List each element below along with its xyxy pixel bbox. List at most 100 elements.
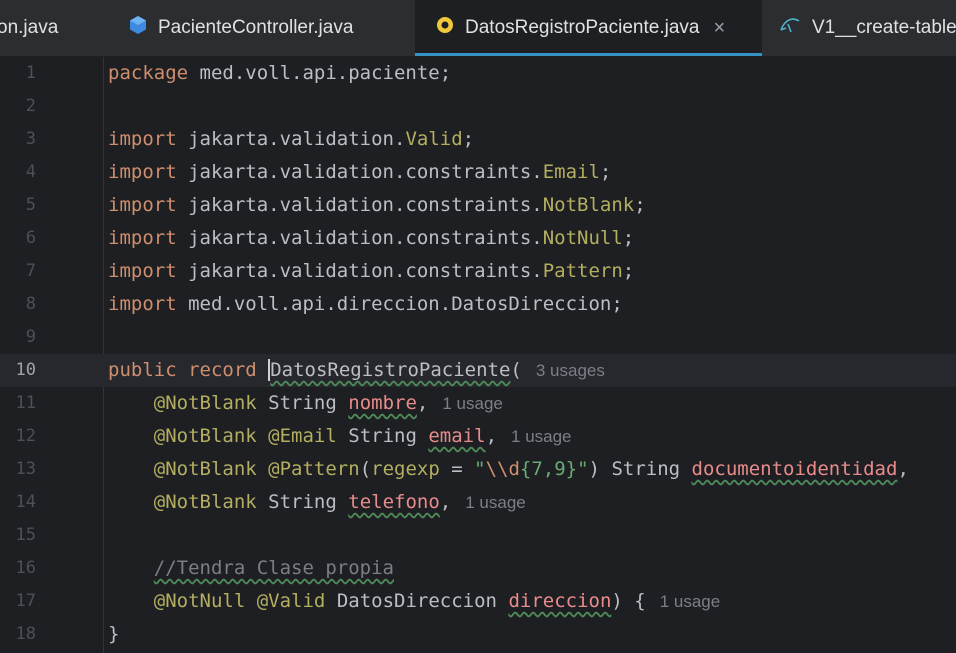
line-number: 12 (15, 426, 36, 446)
code-token: ; (634, 194, 646, 216)
annotation: regexp (371, 458, 440, 480)
code-content: //Tendra Clase propia (108, 552, 394, 585)
keyword: import (108, 260, 177, 282)
code-line[interactable]: 16 //Tendra Clase propia (0, 552, 956, 585)
line-number: 17 (15, 591, 36, 611)
line-number: 10 (15, 360, 36, 380)
code-token: , (485, 425, 498, 447)
line-number: 11 (15, 393, 36, 413)
code-token: ( (510, 359, 522, 381)
code-token: ; (622, 227, 635, 249)
code-line[interactable]: 8 import med.voll.api.direccion.DatosDire… (0, 288, 956, 321)
code-token: jakarta.validation.constraints. (188, 161, 543, 183)
usage-hint[interactable]: 1 usage (511, 427, 572, 446)
usage-hint[interactable]: 1 usage (442, 394, 503, 413)
annotation: @NotBlank (153, 491, 257, 513)
tab-label: PacienteController.java (158, 17, 354, 38)
code-token: String (348, 425, 417, 447)
annotation: @Email (268, 425, 337, 447)
line-number: 2 (25, 96, 36, 116)
line-number: 14 (15, 492, 36, 512)
tab-file-partial[interactable]: on.java (0, 0, 100, 56)
tab-sql-migration[interactable]: V1__create-table (778, 0, 956, 56)
line-number: 15 (15, 525, 36, 545)
parameter-name: nombre (348, 392, 417, 414)
line-number: 16 (15, 558, 36, 578)
keyword: import (108, 227, 177, 249)
line-number: 5 (25, 195, 36, 215)
code-token: med.voll.api.paciente; (199, 62, 452, 84)
tab-label: V1__create-table (812, 17, 956, 38)
comment: //Tendra Clase propia (153, 557, 394, 579)
line-number: 13 (15, 459, 36, 479)
code-content: public record DatosRegistroPaciente(3 us… (108, 354, 605, 387)
record-name: DatosRegistroPaciente (268, 359, 511, 381)
code-line[interactable]: 11 @NotBlank String nombre, 1 usage (0, 387, 956, 420)
code-line[interactable]: 12 @NotBlank @Email String email, 1 usage (0, 420, 956, 453)
annotation: @NotBlank (153, 392, 257, 414)
annotation: @NotBlank (153, 458, 257, 480)
code-token: jakarta.validation.constraints. (188, 227, 543, 249)
code-line[interactable]: 15 (0, 519, 956, 552)
code-token: ; (622, 260, 635, 282)
code-line[interactable]: 10 public record DatosRegistroPaciente(3 … (0, 354, 956, 387)
usage-hint[interactable]: 1 usage (465, 493, 526, 512)
class-name: Pattern (542, 260, 623, 282)
parameter-name: telefono (348, 491, 440, 513)
code-content: package med.voll.api.paciente; (108, 57, 451, 90)
code-token: , (439, 491, 452, 513)
code-token: String (268, 392, 337, 414)
code-content: @NotNull @Valid DatosDireccion direccion… (108, 585, 720, 618)
tab-label: on.java (0, 17, 59, 38)
keyword: record (188, 359, 257, 381)
code-line[interactable]: 14 @NotBlank String telefono, 1 usage (0, 486, 956, 519)
parameter-name: documentoidentidad (691, 458, 898, 480)
code-line[interactable]: 2 (0, 90, 956, 123)
tab-paciente-controller[interactable]: PacienteController.java (128, 0, 398, 56)
tab-datos-registro-paciente[interactable]: DatosRegistroPaciente.java × (415, 0, 762, 56)
usage-hint[interactable]: 1 usage (660, 592, 721, 611)
java-record-icon (435, 15, 455, 41)
keyword: import (108, 293, 177, 315)
code-content: import jakarta.validation.constraints.No… (108, 189, 646, 222)
code-token: ; (462, 128, 475, 150)
code-token: jakarta.validation.constraints. (188, 194, 543, 216)
code-line[interactable]: 9 (0, 321, 956, 354)
tab-label: DatosRegistroPaciente.java (465, 17, 700, 38)
line-number: 4 (25, 162, 36, 182)
code-token: ; (599, 161, 612, 183)
code-token: String (268, 491, 337, 513)
code-editor[interactable]: 1 package med.voll.api.paciente; 2 3 import … (0, 57, 956, 653)
code-token: } (108, 623, 120, 645)
escape-sequence: \\d (485, 458, 520, 480)
keyword: import (108, 128, 177, 150)
string-literal: " (474, 458, 486, 480)
usage-hint[interactable]: 3 usages (536, 361, 605, 380)
code-token: String (611, 458, 681, 480)
parameter-name: email (428, 425, 486, 447)
line-number: 1 (25, 63, 36, 83)
line-number: 7 (25, 261, 36, 281)
code-line[interactable]: 7 import jakarta.validation.constraints.P… (0, 255, 956, 288)
code-line[interactable]: 17 @NotNull @Valid DatosDireccion direcc… (0, 585, 956, 618)
close-tab-icon[interactable]: × (713, 17, 725, 40)
code-content: import jakarta.validation.constraints.Em… (108, 156, 611, 189)
code-token: ( (359, 458, 372, 480)
code-line[interactable]: 13 @NotBlank @Pattern(regexp = "\\d{7,9}… (0, 453, 956, 486)
code-token: , (897, 458, 909, 480)
code-line[interactable]: 18} (0, 618, 956, 651)
code-line[interactable]: 3 import jakarta.validation.Valid; (0, 123, 956, 156)
code-line[interactable]: 6 import jakarta.validation.constraints.N… (0, 222, 956, 255)
code-line[interactable]: 1 package med.voll.api.paciente; (0, 57, 956, 90)
code-line[interactable]: 5 import jakarta.validation.constraints.N… (0, 189, 956, 222)
code-line[interactable]: 4 import jakarta.validation.constraints.E… (0, 156, 956, 189)
code-token: , (416, 392, 429, 414)
code-content: import jakarta.validation.constraints.Pa… (108, 255, 634, 288)
java-class-icon (128, 15, 148, 41)
string-literal: {7,9}" (519, 458, 589, 480)
